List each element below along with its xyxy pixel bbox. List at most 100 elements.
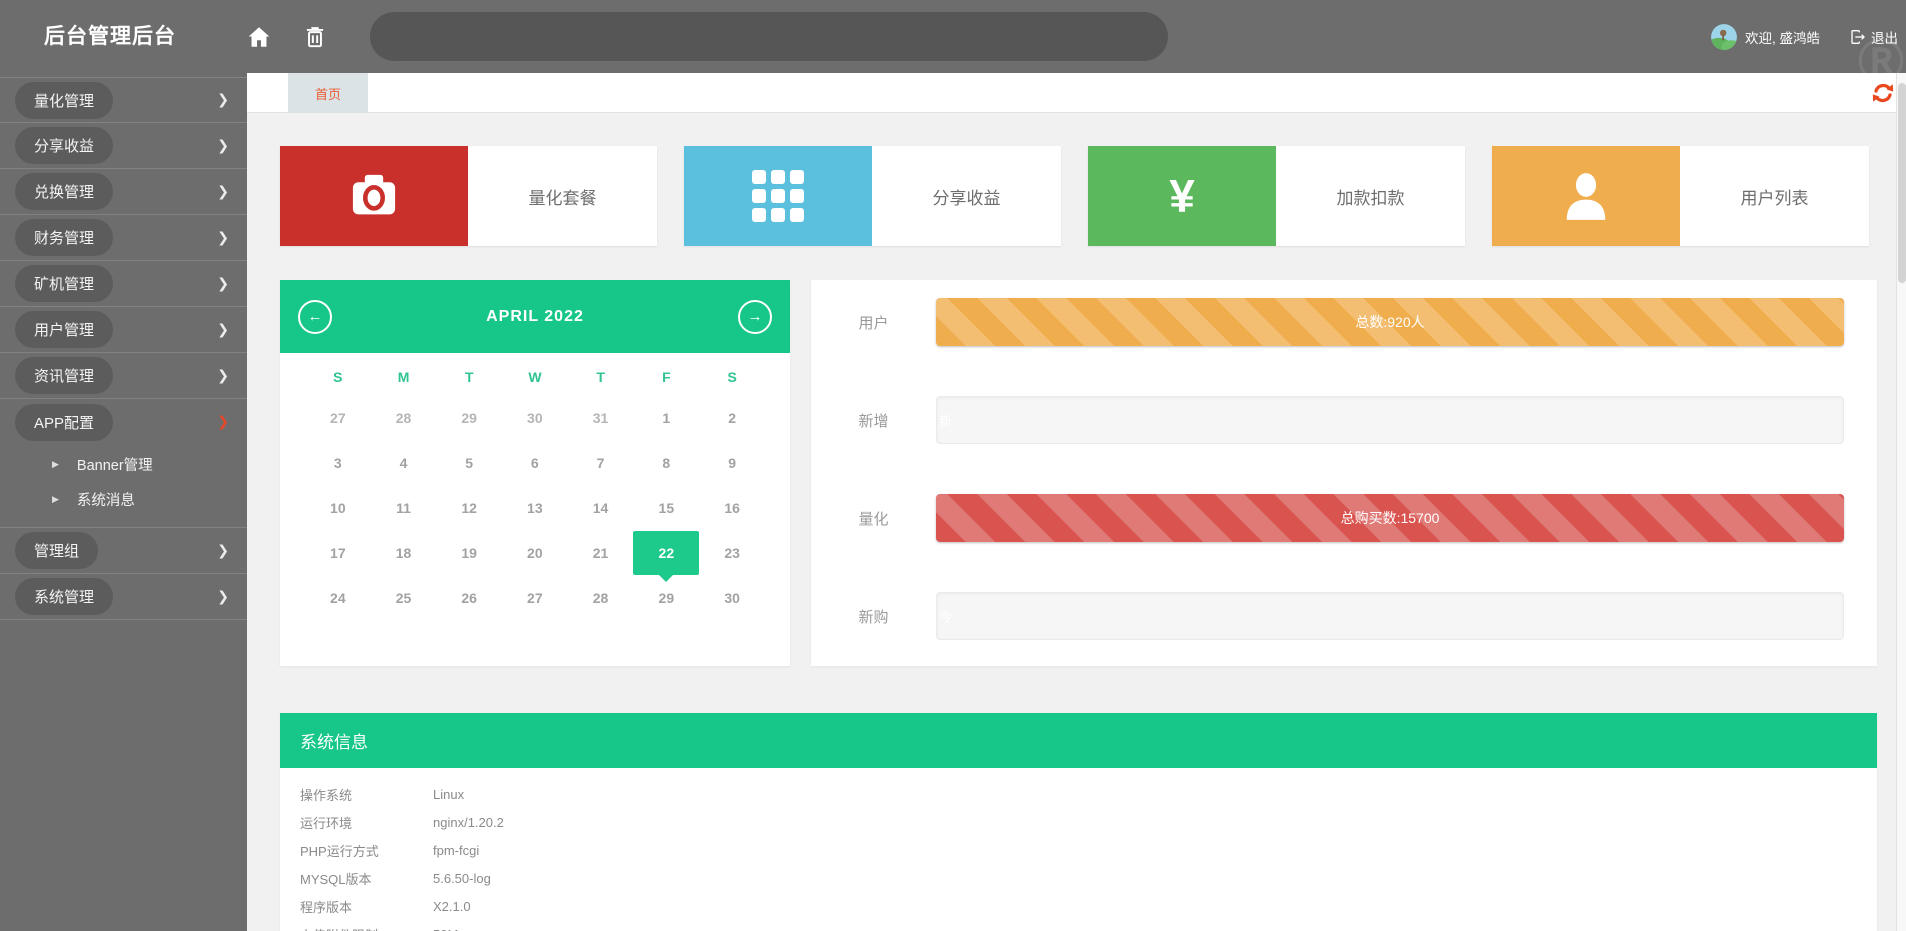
card-quant-package[interactable]: 量化套餐: [280, 146, 657, 246]
welcome-text: 欢迎, 盛鸿皓: [1745, 27, 1820, 47]
calendar-day[interactable]: 19: [436, 530, 502, 575]
sidebar-item-finance[interactable]: 财务管理 ❯: [0, 215, 247, 261]
calendar-day[interactable]: 30: [502, 395, 568, 440]
calendar-day[interactable]: 22: [633, 530, 699, 575]
topbar-search-input[interactable]: [370, 12, 1168, 61]
sidebar-item-quant[interactable]: 量化管理 ❯: [0, 77, 247, 123]
sidebar-item-label: 量化管理: [15, 82, 113, 119]
refresh-icon[interactable]: [1871, 81, 1895, 105]
progress-bar-users: 总数:920人: [936, 298, 1844, 346]
chevron-right-icon: ❯: [217, 228, 229, 245]
calendar-day[interactable]: 17: [305, 530, 371, 575]
sidebar-subitem-system-message[interactable]: ▶ 系统消息: [0, 482, 247, 517]
card-share-income[interactable]: 分享收益: [684, 146, 1061, 246]
calendar-day[interactable]: 23: [699, 530, 765, 575]
progress-bar-clipped-text: 新: [939, 411, 952, 430]
progress-bar-clipped-text: 今: [939, 607, 952, 626]
sidebar-item-users[interactable]: 用户管理 ❯: [0, 307, 247, 353]
logout-button[interactable]: 退出: [1850, 27, 1898, 47]
table-row: PHP运行方式 fpm-fcgi: [300, 836, 1877, 864]
dow-label: F: [634, 369, 700, 385]
dow-label: S: [305, 369, 371, 385]
card-label: 加款扣款: [1276, 146, 1465, 246]
sidebar-item-share-income[interactable]: 分享收益 ❯: [0, 123, 247, 169]
tab-home[interactable]: 首页: [288, 73, 368, 113]
chevron-right-icon: ❯: [217, 366, 229, 383]
sidebar-item-app-config[interactable]: APP配置 ❯: [0, 399, 247, 445]
calendar-day[interactable]: 9: [699, 440, 765, 485]
sidebar: 量化管理 ❯ 分享收益 ❯ 兑换管理 ❯ 财务管理 ❯ 矿机管理 ❯ 用户管理 …: [0, 73, 247, 931]
calendar-day[interactable]: 14: [568, 485, 634, 530]
chevron-right-icon: ❯: [217, 413, 229, 430]
topbar: 后台管理后台 Ⓡ 欢迎, 盛鸿皓: [0, 0, 1906, 73]
card-add-deduct-funds[interactable]: ¥ 加款扣款: [1088, 146, 1465, 246]
sidebar-subitem-banner[interactable]: ▶ Banner管理: [0, 447, 247, 482]
calendar-day[interactable]: 18: [371, 530, 437, 575]
sidebar-item-admin-group[interactable]: 管理组 ❯: [0, 528, 247, 574]
calendar-day[interactable]: 27: [305, 395, 371, 440]
sidebar-item-miner[interactable]: 矿机管理 ❯: [0, 261, 247, 307]
calendar-selected-day: 22: [633, 531, 699, 575]
progress-bar-quant: 总购买数:15700: [936, 494, 1844, 542]
scrollbar-thumb[interactable]: [1898, 83, 1906, 283]
calendar-next-button[interactable]: →: [738, 300, 772, 334]
chevron-right-icon: ❯: [217, 541, 229, 558]
sidebar-item-news[interactable]: 资讯管理 ❯: [0, 353, 247, 399]
calendar-prev-button[interactable]: ←: [298, 300, 332, 334]
calendar-day[interactable]: 7: [568, 440, 634, 485]
sys-label: MYSQL版本: [300, 869, 433, 888]
card-user-list[interactable]: 用户列表: [1492, 146, 1869, 246]
trash-icon[interactable]: [302, 24, 328, 50]
calendar-day[interactable]: 21: [568, 530, 634, 575]
calendar-day[interactable]: 2: [699, 395, 765, 440]
system-info-panel: 系统信息 操作系统 Linux 运行环境 nginx/1.20.2 PHP运行方…: [280, 713, 1877, 931]
dow-label: W: [502, 369, 568, 385]
yen-icon: ¥: [1088, 146, 1276, 246]
sidebar-submenu-app-config: ▶ Banner管理 ▶ 系统消息: [0, 445, 247, 528]
sidebar-item-label: 管理组: [15, 532, 98, 569]
calendar-day[interactable]: 11: [371, 485, 437, 530]
calendar-day[interactable]: 26: [436, 575, 502, 620]
sidebar-item-exchange[interactable]: 兑换管理 ❯: [0, 169, 247, 215]
card-label: 分享收益: [872, 146, 1061, 246]
calendar-day-headers: S M T W T F S: [280, 369, 790, 385]
camera-icon: [280, 146, 468, 246]
calendar-day[interactable]: 24: [305, 575, 371, 620]
calendar-day[interactable]: 29: [633, 575, 699, 620]
dow-label: T: [436, 369, 502, 385]
scrollbar[interactable]: [1896, 73, 1906, 931]
calendar-day[interactable]: 28: [568, 575, 634, 620]
sidebar-item-system[interactable]: 系统管理 ❯: [0, 574, 247, 620]
home-icon[interactable]: [246, 24, 272, 50]
triangle-right-icon: ▶: [52, 494, 59, 505]
sidebar-item-label: 兑换管理: [15, 173, 113, 210]
calendar-day[interactable]: 6: [502, 440, 568, 485]
calendar-day[interactable]: 3: [305, 440, 371, 485]
calendar-day[interactable]: 10: [305, 485, 371, 530]
calendar-day[interactable]: 27: [502, 575, 568, 620]
calendar-day[interactable]: 15: [633, 485, 699, 530]
sidebar-item-label: 用户管理: [15, 311, 113, 348]
calendar-day[interactable]: 29: [436, 395, 502, 440]
calendar-day[interactable]: 31: [568, 395, 634, 440]
calendar-header: ← APRIL 2022 →: [280, 280, 790, 353]
calendar-day[interactable]: 4: [371, 440, 437, 485]
progress-bar-value: 总购买数:15700: [1341, 508, 1440, 528]
logout-icon: [1850, 29, 1866, 45]
calendar-day[interactable]: 25: [371, 575, 437, 620]
calendar-day[interactable]: 16: [699, 485, 765, 530]
sys-label: 操作系统: [300, 785, 433, 804]
calendar-day[interactable]: 12: [436, 485, 502, 530]
calendar-day[interactable]: 28: [371, 395, 437, 440]
chevron-right-icon: ❯: [217, 91, 229, 108]
sidebar-item-label: 资讯管理: [15, 357, 113, 394]
calendar-day[interactable]: 5: [436, 440, 502, 485]
avatar[interactable]: [1711, 24, 1737, 50]
calendar-day[interactable]: 30: [699, 575, 765, 620]
calendar-day[interactable]: 20: [502, 530, 568, 575]
calendar-day[interactable]: 8: [633, 440, 699, 485]
calendar-day[interactable]: 1: [633, 395, 699, 440]
table-row: 操作系统 Linux: [300, 780, 1877, 808]
calendar-day[interactable]: 13: [502, 485, 568, 530]
triangle-right-icon: ▶: [52, 459, 59, 470]
